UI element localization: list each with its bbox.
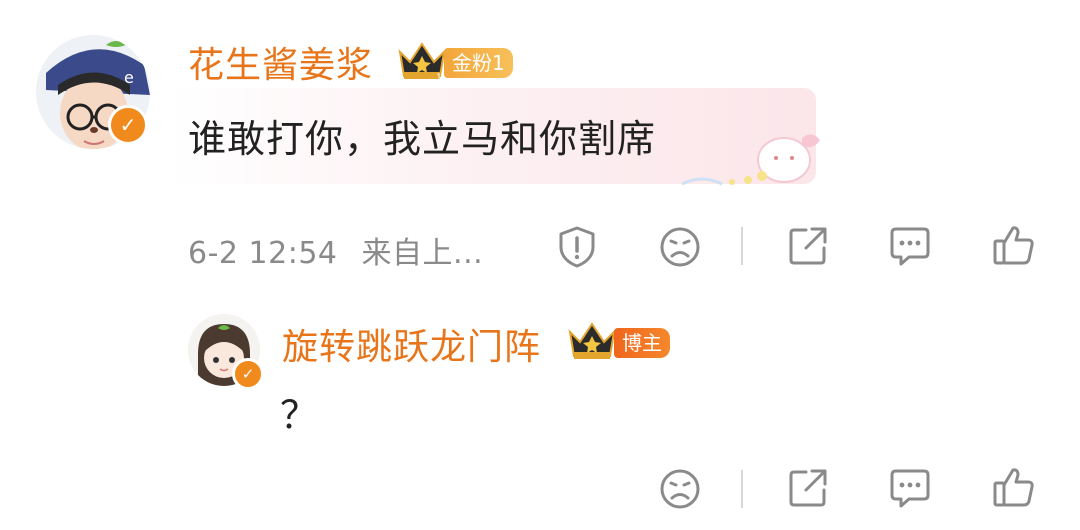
verified-icon: ✓ <box>108 105 148 145</box>
report-icon <box>559 226 595 268</box>
share-button[interactable] <box>782 462 834 514</box>
action-divider <box>741 227 743 265</box>
comment-meta: 6-2 12:54 来自上... <box>188 228 483 272</box>
reply-username[interactable]: 旋转跳跃龙门阵 <box>282 318 541 370</box>
comment-text: 谁敢打你，我立马和你割席 <box>188 117 657 161</box>
reply-button[interactable] <box>884 220 936 272</box>
report-button[interactable] <box>552 222 602 272</box>
action-divider <box>741 470 743 508</box>
dislike-button[interactable] <box>655 464 705 514</box>
verified-icon: ✓ <box>232 358 264 390</box>
reply-text: ？ <box>280 393 320 437</box>
dislike-button[interactable] <box>655 222 705 272</box>
avatar-user[interactable]: e ✓ <box>36 35 150 149</box>
comment-icon <box>890 227 930 266</box>
dislike-face-icon <box>660 469 700 509</box>
like-icon <box>993 226 1034 265</box>
source-label: 来自上... <box>361 236 484 271</box>
avatar-blogger[interactable]: ✓ <box>188 314 264 390</box>
like-button[interactable] <box>988 461 1040 513</box>
crown-icon <box>566 320 618 366</box>
comment-username[interactable]: 花生酱姜浆 <box>188 36 373 88</box>
dislike-face-icon <box>660 227 700 267</box>
timestamp: 6-2 12:54 <box>188 236 338 271</box>
like-button[interactable] <box>988 219 1040 271</box>
svg-text:1: 1 <box>436 73 442 82</box>
like-icon <box>993 468 1034 507</box>
share-icon <box>789 469 827 507</box>
fan-badge-label: 金粉1 <box>444 48 513 78</box>
blogger-badge-label: 博主 <box>614 328 670 358</box>
share-button[interactable] <box>782 220 834 272</box>
fan-badge[interactable]: 1 金粉1 <box>396 40 513 86</box>
svg-text:e: e <box>124 68 134 87</box>
reply-button[interactable] <box>884 462 936 514</box>
share-icon <box>789 227 827 265</box>
blogger-badge[interactable]: 博主 <box>566 320 670 366</box>
comment-icon <box>890 469 930 508</box>
bubble-decoration <box>672 128 840 194</box>
crown-icon: 1 <box>396 40 448 86</box>
